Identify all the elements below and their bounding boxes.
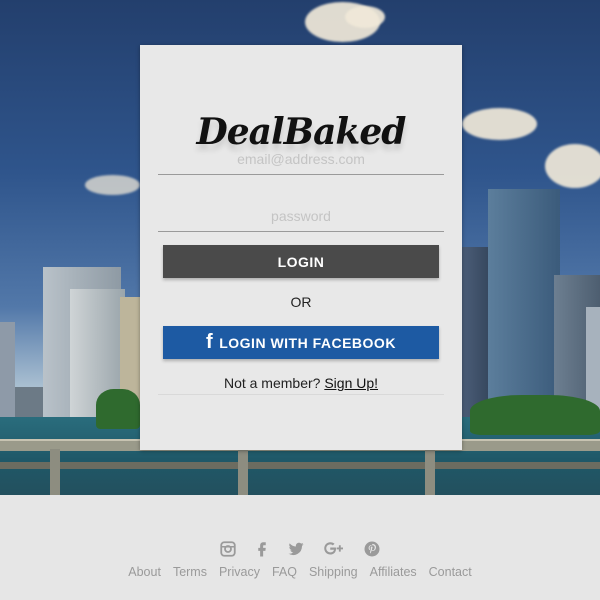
footer-link-about[interactable]: About	[128, 565, 161, 579]
facebook-login-button[interactable]: f LOGIN WITH FACEBOOK	[163, 326, 439, 359]
instagram-icon[interactable]	[218, 539, 238, 559]
footer-link-terms[interactable]: Terms	[173, 565, 207, 579]
signup-link[interactable]: Sign Up!	[324, 375, 378, 391]
footer-links: About Terms Privacy FAQ Shipping Affilia…	[0, 565, 600, 579]
login-button[interactable]: LOGIN	[163, 245, 439, 278]
or-divider: OR	[290, 294, 312, 310]
footer-link-faq[interactable]: FAQ	[272, 565, 297, 579]
footer-link-affiliates[interactable]: Affiliates	[370, 565, 417, 579]
email-input[interactable]	[158, 144, 444, 175]
pinterest-icon[interactable]	[362, 539, 382, 559]
footer-link-shipping[interactable]: Shipping	[309, 565, 358, 579]
password-input[interactable]	[158, 201, 444, 232]
not-member-text: Not a member?	[223, 375, 321, 391]
twitter-icon[interactable]	[286, 539, 306, 559]
login-button-label: LOGIN	[277, 253, 325, 270]
footer-link-privacy[interactable]: Privacy	[219, 565, 260, 579]
signup-prompt: Not a member? Sign Up!	[140, 375, 462, 391]
social-icons	[0, 539, 600, 559]
footer-link-contact[interactable]: Contact	[429, 565, 472, 579]
footer: About Terms Privacy FAQ Shipping Affilia…	[0, 495, 600, 600]
google-plus-icon[interactable]	[320, 539, 348, 559]
login-card: DealBaked LOGIN OR f LOGIN WITH FACEBOOK…	[140, 45, 462, 450]
facebook-login-label: LOGIN WITH FACEBOOK	[219, 334, 396, 351]
facebook-icon: f	[206, 330, 214, 353]
card-divider	[158, 394, 444, 395]
facebook-icon[interactable]	[252, 539, 272, 559]
